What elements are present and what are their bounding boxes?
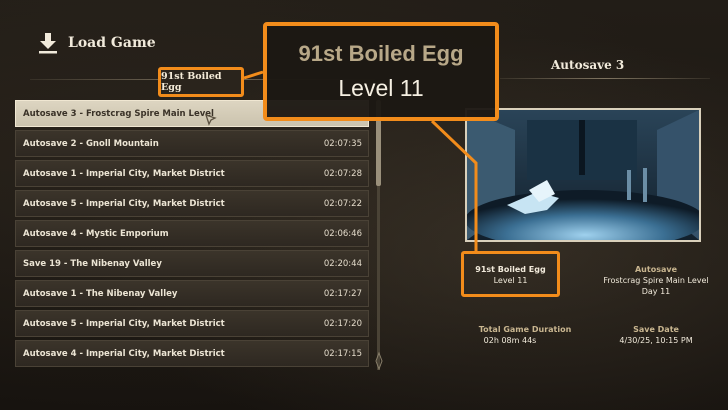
save-row[interactable]: Autosave 5 - Imperial City, Market Distr… (15, 190, 369, 217)
details-divider (500, 78, 710, 79)
page-header: Load Game (36, 32, 156, 54)
save-list: Autosave 3 - Frostcrag Spire Main Level … (15, 100, 369, 370)
save-date-value: 4/30/25, 10:15 PM (619, 336, 693, 345)
save-time: 02:17:15 (323, 348, 362, 359)
save-row[interactable]: Autosave 1 - The Nibenay Valley 02:17:27 (15, 280, 369, 307)
save-time: 02:07:22 (323, 198, 362, 209)
callout-character-name: 91st Boiled Egg (298, 41, 464, 66)
save-row[interactable]: Autosave 5 - Imperial City, Market Distr… (15, 310, 369, 337)
character-level: Level 11 (493, 276, 528, 285)
save-name: Save 19 - The Nibenay Valley (23, 258, 162, 269)
character-tag[interactable]: 91st Boiled Egg (158, 67, 244, 97)
character-name: 91st Boiled Egg (475, 265, 546, 274)
save-name: Autosave 1 - Imperial City, Market Distr… (23, 168, 225, 179)
cursor-icon (205, 114, 217, 126)
save-name: Autosave 3 - Frostcrag Spire Main Level (23, 108, 214, 119)
save-name: Autosave 4 - Imperial City, Market Distr… (23, 348, 225, 359)
save-preview-image (465, 108, 701, 242)
save-location: Frostcrag Spire Main Level (603, 276, 709, 285)
save-time: 02:17:20 (323, 318, 362, 329)
character-callout: 91st Boiled Egg Level 11 (263, 22, 499, 121)
save-row[interactable]: Autosave 4 - Mystic Emporium 02:06:46 (15, 220, 369, 247)
save-row[interactable]: Save 19 - The Nibenay Valley 02:20:44 (15, 250, 369, 277)
save-time: 02:17:27 (323, 288, 362, 299)
save-time: 02:20:44 (323, 258, 362, 269)
save-name: Autosave 5 - Imperial City, Market Distr… (23, 198, 225, 209)
duration-label: Total Game Duration (478, 325, 572, 334)
save-date-label: Save Date (633, 325, 679, 334)
character-tag-label: 91st Boiled Egg (161, 71, 222, 93)
callout-character-level: Level 11 (338, 75, 424, 101)
save-row[interactable]: Autosave 1 - Imperial City, Market Distr… (15, 160, 369, 187)
save-name: Autosave 1 - The Nibenay Valley (23, 288, 178, 299)
download-icon (39, 33, 57, 54)
save-name: Autosave 4 - Mystic Emporium (23, 228, 169, 239)
save-time: 02:07:35 (323, 138, 362, 149)
save-time: 02:07:28 (323, 168, 362, 179)
character-highlight-box (461, 251, 560, 297)
save-row[interactable]: Autosave 4 - Imperial City, Market Distr… (15, 340, 369, 367)
save-day: Day 11 (641, 287, 671, 296)
save-name: Autosave 5 - Imperial City, Market Distr… (23, 318, 225, 329)
save-details-title: Autosave 3 (551, 58, 625, 72)
save-row[interactable]: Autosave 2 - Gnoll Mountain 02:07:35 (15, 130, 369, 157)
save-type: Autosave (634, 265, 677, 274)
page-title: Load Game (68, 35, 156, 51)
duration-value: 02h 08m 44s (483, 336, 537, 345)
save-name: Autosave 2 - Gnoll Mountain (23, 138, 159, 149)
save-time: 02:06:46 (323, 228, 362, 239)
scroll-ornament-icon (375, 352, 383, 370)
